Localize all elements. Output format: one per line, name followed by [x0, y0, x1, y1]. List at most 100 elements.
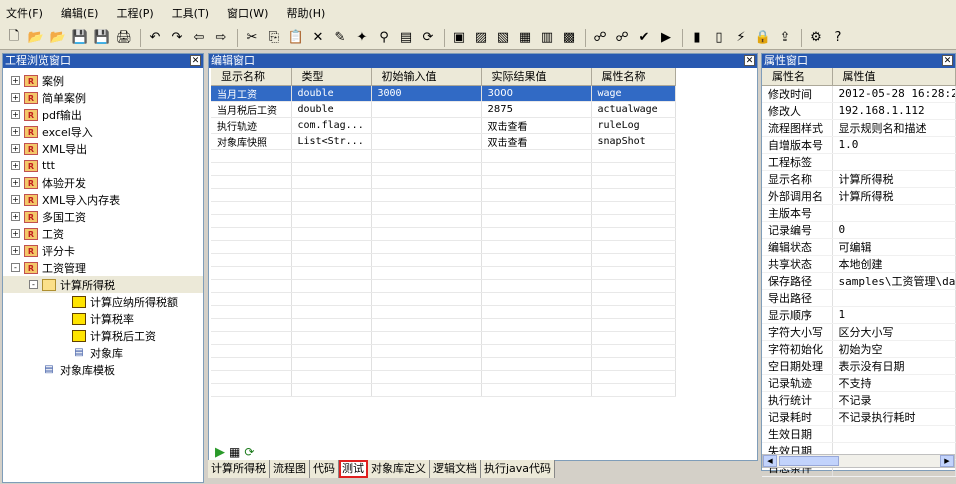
table-cell[interactable]: [291, 188, 372, 202]
refresh-icon[interactable]: ⟳: [418, 28, 438, 48]
table-row[interactable]: 对象库快照 List<Str... 双击查看 snapShot: [211, 133, 676, 150]
table-cell[interactable]: [211, 344, 292, 358]
property-row[interactable]: 流程图样式 显示规则名和描述: [762, 119, 956, 137]
stop-icon[interactable]: ▮: [687, 28, 707, 48]
table-cell[interactable]: List<Str...: [291, 133, 372, 150]
menu-item[interactable]: 编辑(E): [61, 5, 99, 21]
table-row[interactable]: [211, 266, 676, 280]
table-cell[interactable]: com.flag...: [291, 117, 372, 134]
chart-icon[interactable]: ▩: [559, 28, 579, 48]
table-cell[interactable]: [371, 175, 482, 189]
table-row[interactable]: [211, 383, 676, 397]
delete-icon[interactable]: ✕: [308, 28, 328, 48]
table-cell[interactable]: [481, 331, 592, 345]
table-cell[interactable]: [291, 331, 372, 345]
property-value[interactable]: [832, 153, 956, 171]
table-cell[interactable]: [211, 357, 292, 371]
expand-icon[interactable]: +: [11, 144, 20, 153]
scroll-left-icon[interactable]: ◀: [763, 455, 777, 467]
menu-item[interactable]: 帮助(H): [286, 5, 325, 21]
lightning-icon[interactable]: ⚡: [731, 28, 751, 48]
property-value[interactable]: 初始为空: [832, 340, 956, 358]
property-value[interactable]: 可编辑: [832, 238, 956, 256]
properties-hscroll[interactable]: ◀ ▶: [762, 454, 955, 468]
table-cell[interactable]: [291, 357, 372, 371]
new-project-icon[interactable]: ▣: [449, 28, 469, 48]
column-header[interactable]: 属性名称: [591, 68, 676, 86]
table-cell[interactable]: actualwage: [591, 101, 676, 118]
table-cell[interactable]: [371, 101, 482, 118]
tab-4[interactable]: 对象库定义: [368, 460, 430, 478]
table-row[interactable]: [211, 279, 676, 293]
tree-item[interactable]: 计算税后工资: [3, 327, 203, 344]
save-icon[interactable]: 💾: [70, 28, 90, 48]
table-cell[interactable]: [481, 279, 592, 293]
expand-icon[interactable]: +: [11, 76, 20, 85]
table-row[interactable]: 当月税后工资 double 2875 actualwage: [211, 101, 676, 118]
help-icon[interactable]: ?: [828, 28, 848, 48]
property-row[interactable]: 外部调用名 计算所得税: [762, 187, 956, 205]
refresh-icon[interactable]: ⟳: [244, 445, 254, 460]
table-cell[interactable]: [371, 162, 482, 176]
table-cell[interactable]: [591, 175, 676, 189]
open-folder-icon[interactable]: 📂: [48, 28, 68, 48]
property-value[interactable]: 192.168.1.112: [832, 102, 956, 120]
table-cell[interactable]: [211, 253, 292, 267]
column-header[interactable]: 实际结果值: [481, 68, 592, 86]
table-cell[interactable]: [481, 357, 592, 371]
table-cell[interactable]: [371, 188, 482, 202]
open-icon[interactable]: 📂: [26, 28, 46, 48]
scroll-right-icon[interactable]: ▶: [940, 455, 954, 467]
property-row[interactable]: 主版本号: [762, 204, 956, 222]
table-row[interactable]: [211, 149, 676, 163]
tree-item[interactable]: + R 多国工资: [3, 208, 203, 225]
property-value[interactable]: [832, 425, 956, 443]
property-value[interactable]: 不记录执行耗时: [832, 408, 956, 426]
property-row[interactable]: 记录耗时 不记录执行耗时: [762, 408, 956, 426]
check-icon[interactable]: ✔: [634, 28, 654, 48]
tree-item[interactable]: + R 工资: [3, 225, 203, 242]
stats-icon[interactable]: ▯: [709, 28, 729, 48]
table-cell[interactable]: [211, 266, 292, 280]
table-cell[interactable]: [371, 383, 482, 397]
tab-6[interactable]: 执行java代码: [481, 460, 556, 478]
table-row[interactable]: [211, 318, 676, 332]
property-value[interactable]: 0: [832, 221, 956, 239]
export-icon[interactable]: ⇪: [775, 28, 795, 48]
table-cell[interactable]: [291, 253, 372, 267]
table-cell[interactable]: [481, 162, 592, 176]
expand-icon[interactable]: +: [11, 195, 20, 204]
new-folder-icon[interactable]: ▨: [471, 28, 491, 48]
property-column-header[interactable]: 属性值: [832, 68, 956, 86]
table-cell[interactable]: [371, 305, 482, 319]
table-row[interactable]: 当月工资 double 3000 3000 wage: [211, 85, 676, 102]
property-row[interactable]: 保存路径 samples\工资管理\da: [762, 272, 956, 290]
table-cell[interactable]: [371, 133, 482, 150]
table-cell[interactable]: [591, 240, 676, 254]
new-icon[interactable]: 🗋: [4, 28, 24, 48]
property-row[interactable]: 生效日期: [762, 425, 956, 443]
property-row[interactable]: 工程标签: [762, 153, 956, 171]
table-cell[interactable]: double: [291, 101, 372, 118]
table-cell[interactable]: [481, 214, 592, 228]
table-cell[interactable]: [591, 214, 676, 228]
table-cell[interactable]: [591, 188, 676, 202]
menu-item[interactable]: 文件(F): [6, 5, 43, 21]
table-cell[interactable]: [591, 357, 676, 371]
table-cell[interactable]: [591, 305, 676, 319]
edit-icon[interactable]: ✎: [330, 28, 350, 48]
table-cell[interactable]: [211, 383, 292, 397]
property-row[interactable]: 字符初始化 初始为空: [762, 340, 956, 358]
tree-item[interactable]: + R 简单案例: [3, 89, 203, 106]
tree-item[interactable]: + R 评分卡: [3, 242, 203, 259]
forward-icon[interactable]: ⇨: [211, 28, 231, 48]
debug-icon[interactable]: ☍: [612, 28, 632, 48]
table-cell[interactable]: 当月税后工资: [211, 101, 292, 118]
property-row[interactable]: 修改人 192.168.1.112: [762, 102, 956, 120]
table-cell[interactable]: [211, 370, 292, 384]
expand-icon[interactable]: +: [11, 229, 20, 238]
table-cell[interactable]: [211, 240, 292, 254]
table-row[interactable]: [211, 188, 676, 202]
table-cell[interactable]: [371, 266, 482, 280]
table-row[interactable]: [211, 370, 676, 384]
